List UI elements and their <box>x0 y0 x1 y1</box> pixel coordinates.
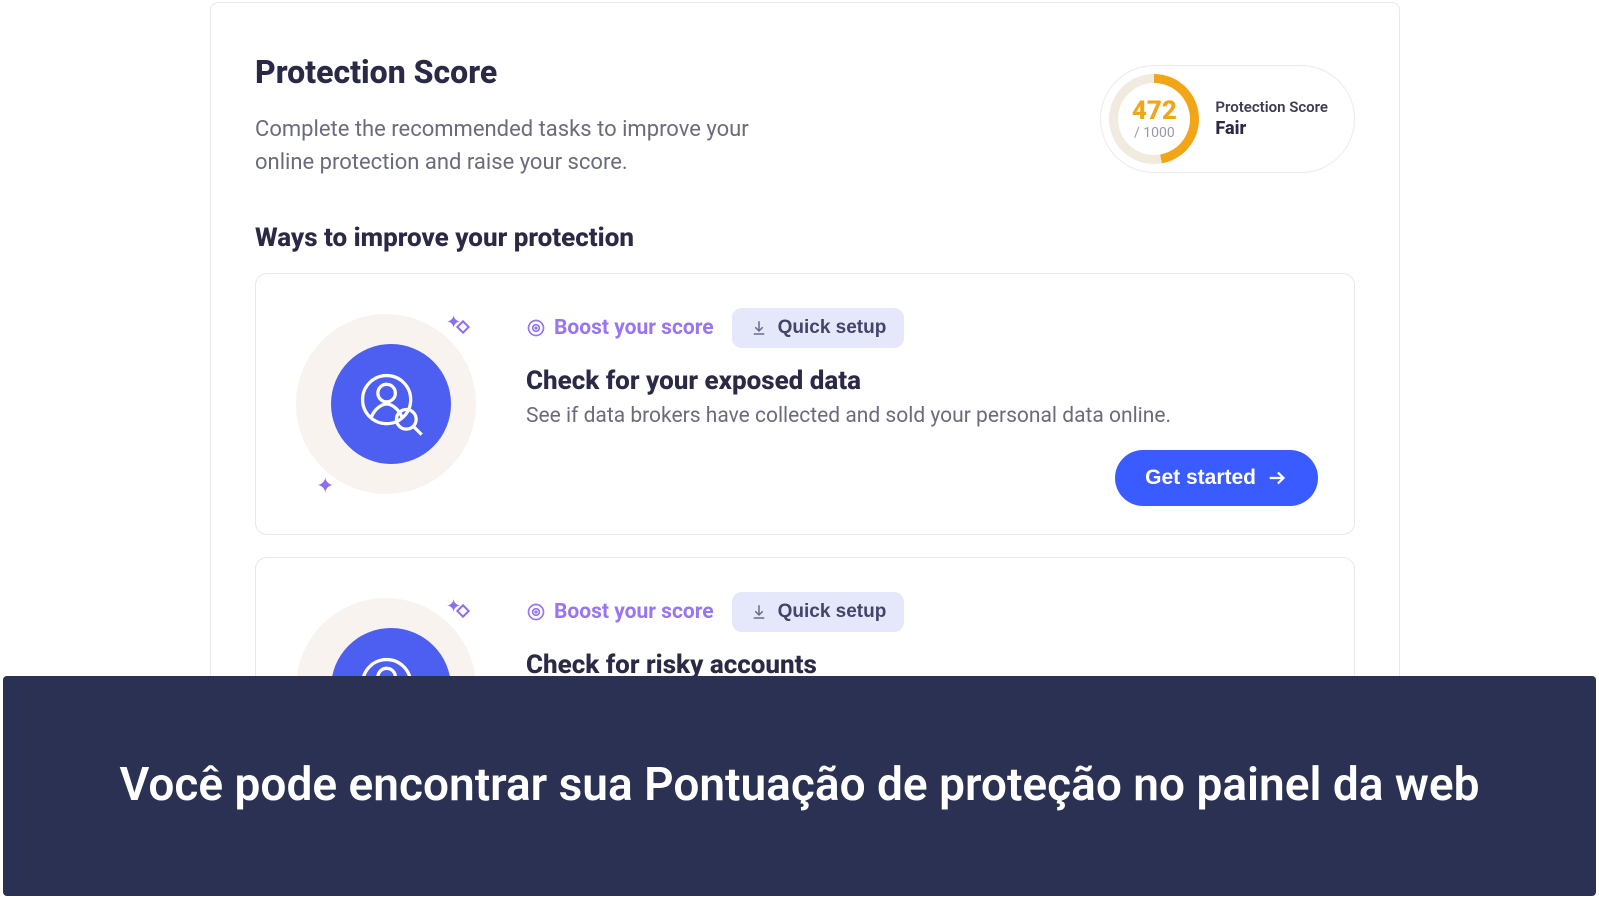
target-icon <box>526 318 546 338</box>
get-started-button[interactable]: Get started <box>1115 450 1318 506</box>
card-illustration: ✦ ✦ <box>286 304 486 504</box>
score-ring: 472 / 1000 <box>1109 74 1199 164</box>
improve-heading: Ways to improve your protection <box>255 223 1355 253</box>
boost-label: Boost your score <box>526 600 714 624</box>
card-description: See if data brokers have collected and s… <box>526 404 1318 428</box>
sparkle-icon: ✦ <box>316 474 334 499</box>
header-row: Protection Score Complete the recommende… <box>255 53 1355 179</box>
quick-setup-button[interactable]: Quick setup <box>732 308 905 348</box>
boost-label-text: Boost your score <box>554 316 714 340</box>
download-icon <box>750 603 768 621</box>
score-value: 472 <box>1132 98 1177 124</box>
score-label: Protection Score <box>1215 98 1328 118</box>
score-rating: Fair <box>1215 117 1328 140</box>
target-icon <box>526 602 546 622</box>
profile-search-icon <box>331 344 451 464</box>
quick-setup-button[interactable]: Quick setup <box>732 592 905 632</box>
card-title: Check for your exposed data <box>526 366 1318 396</box>
caption-text: Você pode encontrar sua Pontuação de pro… <box>120 757 1480 815</box>
improve-card: ✦ ✦ Boost your score Quick setup <box>255 273 1355 535</box>
quick-setup-label: Quick setup <box>778 601 887 623</box>
page-title: Protection Score <box>255 53 775 91</box>
score-max: / 1000 <box>1132 126 1177 140</box>
quick-setup-label: Quick setup <box>778 317 887 339</box>
boost-label: Boost your score <box>526 316 714 340</box>
download-icon <box>750 319 768 337</box>
score-pill[interactable]: 472 / 1000 Protection Score Fair <box>1100 65 1355 173</box>
get-started-label: Get started <box>1145 466 1256 490</box>
boost-label-text: Boost your score <box>554 600 714 624</box>
caption-overlay: Você pode encontrar sua Pontuação de pro… <box>3 676 1596 896</box>
arrow-right-icon <box>1266 467 1288 489</box>
page-description: Complete the recommended tasks to improv… <box>255 113 775 179</box>
